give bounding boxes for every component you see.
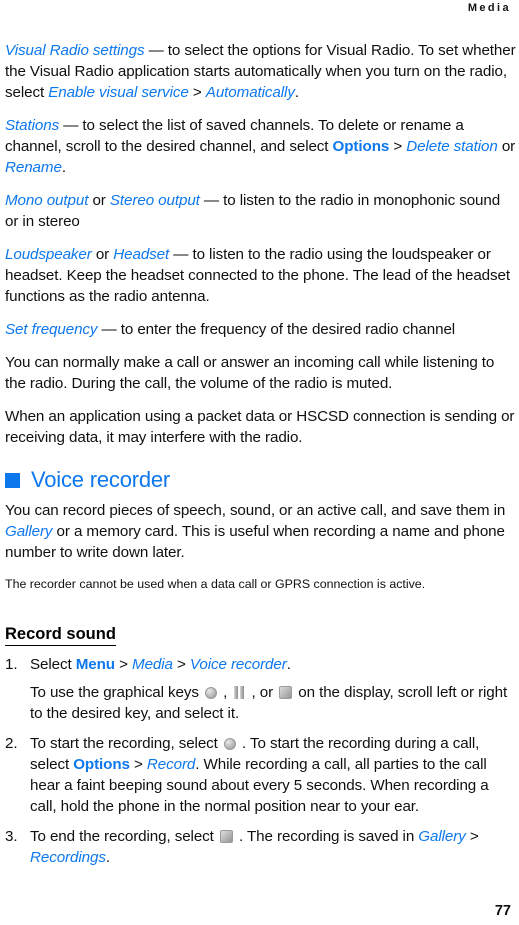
section-heading-voice-recorder: Voice recorder — [5, 468, 517, 492]
text-step3-before: To end the recording, select — [30, 828, 218, 845]
command-rename: Rename — [5, 159, 62, 176]
text-intro-part2: or a memory card. This is useful when re… — [5, 523, 505, 561]
text-select: Select — [30, 656, 76, 673]
term-gallery: Gallery — [418, 828, 466, 845]
text-or: or — [497, 138, 516, 155]
step-2-text: To start the recording, select . To star… — [30, 735, 489, 815]
step-item-2: 2. To start the recording, select . To s… — [5, 733, 517, 817]
term-stations: Stations — [5, 117, 60, 134]
text-step3-mid: . The recording is saved in — [234, 828, 419, 845]
step-number: 1. — [5, 656, 18, 673]
manual-page: Media Visual Radio settings — to select … — [0, 0, 519, 925]
command-delete-station: Delete station — [406, 138, 498, 155]
note-recorder-unavailable: The recorder cannot be used when a data … — [5, 577, 426, 591]
command-record: Record — [146, 756, 196, 773]
step-1-text: Select Menu > Media > Voice recorder. — [30, 656, 291, 673]
separator-gt: > — [188, 84, 206, 101]
paragraph-voice-recorder-intro: You can record pieces of speech, sound, … — [5, 500, 517, 563]
page-content: Visual Radio settings — to select the op… — [5, 40, 517, 877]
paragraph-output-mode: Mono output or Stereo output — to listen… — [5, 190, 517, 232]
term-recordings: Recordings — [30, 849, 106, 866]
subsection-heading-record-sound: Record sound — [5, 625, 116, 646]
pause-bars-icon — [233, 686, 245, 699]
text-period: . — [61, 159, 66, 176]
separator-gt: > — [129, 756, 147, 773]
term-stereo-output: Stereo output — [109, 192, 200, 209]
text-period: . — [105, 849, 110, 866]
subsection-heading-wrapper: Record sound — [5, 609, 517, 654]
paragraph-stations: Stations — to select the list of saved c… — [5, 115, 517, 178]
command-enable-visual-service: Enable visual service — [48, 84, 189, 101]
command-automatically: Automatically — [205, 84, 295, 101]
command-options: Options — [73, 756, 130, 773]
separator-gt: > — [115, 656, 133, 673]
paragraph-visual-radio-settings: Visual Radio settings — to select the op… — [5, 40, 517, 103]
step-item-3: 3. To end the recording, select . The re… — [5, 826, 517, 868]
text-set-frequency-body: — to enter the frequency of the desired … — [97, 321, 456, 338]
text-intro-part1: You can record pieces of speech, sound, … — [5, 502, 506, 519]
term-headset: Headset — [113, 246, 170, 263]
command-voice-recorder: Voice recorder — [189, 656, 287, 673]
separator-gt: > — [172, 656, 190, 673]
paragraph-call-while-listening: You can normally make a call or answer a… — [5, 354, 495, 392]
stop-square-icon — [279, 686, 293, 699]
page-number: 77 — [494, 903, 511, 919]
text-period: . — [286, 656, 291, 673]
paragraph-audio-route: Loudspeaker or Headset — to listen to th… — [5, 244, 517, 307]
step-number: 3. — [5, 828, 18, 845]
term-mono-output: Mono output — [5, 192, 89, 209]
record-circle-icon — [205, 687, 217, 699]
separator-gt: > — [465, 828, 479, 845]
step-item-1: 1. Select Menu > Media > Voice recorder.… — [5, 654, 517, 724]
step-3-text: To end the recording, select . The recor… — [30, 828, 479, 866]
text-or: or — [88, 192, 110, 209]
text-step2-before: To start the recording, select — [30, 735, 222, 752]
command-menu: Menu — [75, 656, 115, 673]
term-set-frequency: Set frequency — [5, 321, 98, 338]
command-media: Media — [132, 656, 173, 673]
square-bullet-icon — [5, 472, 20, 488]
step-number: 2. — [5, 735, 18, 752]
text-or: or — [91, 246, 114, 263]
stop-square-icon — [219, 830, 233, 843]
command-options: Options — [332, 138, 390, 155]
separator-gt: > — [389, 138, 407, 155]
term-gallery: Gallery — [5, 523, 53, 540]
text-substep-before: To use the graphical keys — [30, 684, 203, 701]
term-visual-radio-settings: Visual Radio settings — [5, 42, 145, 59]
text-period: . — [294, 84, 299, 101]
record-sound-steps: 1. Select Menu > Media > Voice recorder.… — [5, 654, 517, 868]
section-heading-label: Voice recorder — [31, 467, 171, 492]
term-loudspeaker: Loudspeaker — [5, 246, 92, 263]
paragraph-packet-data: When an application using a packet data … — [5, 408, 515, 446]
text-substep-mid1: , — [219, 684, 232, 701]
running-header: Media — [467, 2, 511, 14]
record-circle-icon — [223, 738, 236, 750]
paragraph-set-frequency: Set frequency — to enter the frequency o… — [5, 319, 517, 340]
step-1-substep: To use the graphical keys , , or on the … — [30, 682, 517, 724]
text-substep-mid2: , or — [247, 684, 278, 701]
